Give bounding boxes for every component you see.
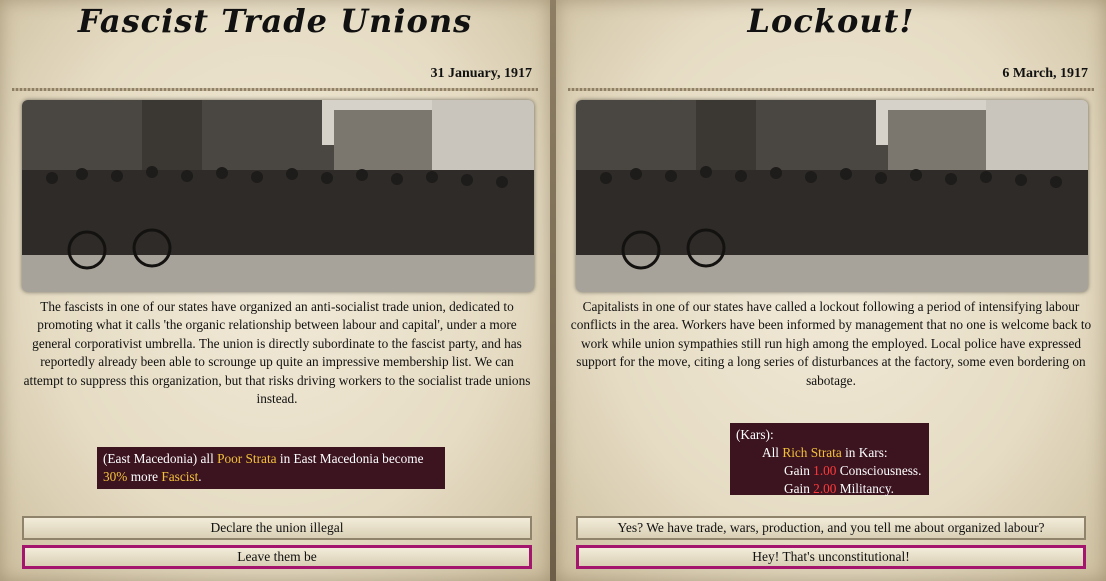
- effect-line: All Rich Strata in Kars:: [736, 444, 923, 462]
- event-photo: [22, 100, 534, 292]
- effect-ideology: Fascist: [161, 469, 199, 484]
- event-date: 31 January, 1917: [430, 66, 532, 81]
- option-ignore-lockout-button[interactable]: Yes? We have trade, wars, production, an…: [576, 516, 1086, 540]
- effect-line: Gain 1.00 Consciousness.: [736, 462, 923, 480]
- effect-text: more: [127, 469, 162, 484]
- event-panel-fascist-trade-unions: Fascist Trade Unions 31 January, 1917 Th…: [0, 0, 550, 581]
- event-title: Fascist Trade Unions: [77, 2, 473, 40]
- effect-text: .: [198, 469, 202, 484]
- crowd-photo-illustration: [576, 100, 1088, 292]
- effect-text: in East Macedonia become: [276, 451, 424, 466]
- effect-pop-group: Poor Strata: [217, 451, 277, 466]
- effect-pop-group: Rich Strata: [782, 445, 842, 460]
- event-title: Lockout!: [747, 2, 915, 40]
- event-effect-tooltip: (Kars): All Rich Strata in Kars: Gain 1.…: [730, 423, 929, 498]
- effect-text: (East Macedonia) all: [103, 451, 218, 466]
- event-panel-lockout: Lockout! 6 March, 1917 Capitalists in on…: [556, 0, 1106, 581]
- option-leave-them-be-button[interactable]: Leave them be: [22, 545, 532, 569]
- crowd-photo-illustration: [22, 100, 534, 292]
- event-date: 6 March, 1917: [1002, 66, 1088, 81]
- effect-text: Gain: [784, 463, 814, 478]
- event-effect-tooltip: (East Macedonia) all Poor Strata in East…: [97, 447, 445, 489]
- option-unconstitutional-button[interactable]: Hey! That's unconstitutional!: [576, 545, 1086, 569]
- effect-value: 1.00: [813, 463, 837, 478]
- effect-text: All: [762, 445, 783, 460]
- event-description: Capitalists in one of our states have ca…: [570, 299, 1092, 388]
- effect-amount: 30%: [103, 469, 128, 484]
- divider: [12, 88, 538, 91]
- divider: [568, 88, 1094, 91]
- event-description: The fascists in one of our states have o…: [23, 299, 531, 407]
- effect-text: Gain: [784, 481, 814, 496]
- effect-scope: (Kars):: [736, 427, 774, 442]
- effect-line: Gain 2.00 Militancy.: [736, 480, 923, 498]
- effect-value: 2.00: [813, 481, 837, 496]
- event-photo: [576, 100, 1088, 292]
- effect-text: Consciousness.: [836, 463, 922, 478]
- effect-text: Militancy.: [836, 481, 894, 496]
- effect-text: in Kars:: [841, 445, 888, 460]
- option-declare-union-illegal-button[interactable]: Declare the union illegal: [22, 516, 532, 540]
